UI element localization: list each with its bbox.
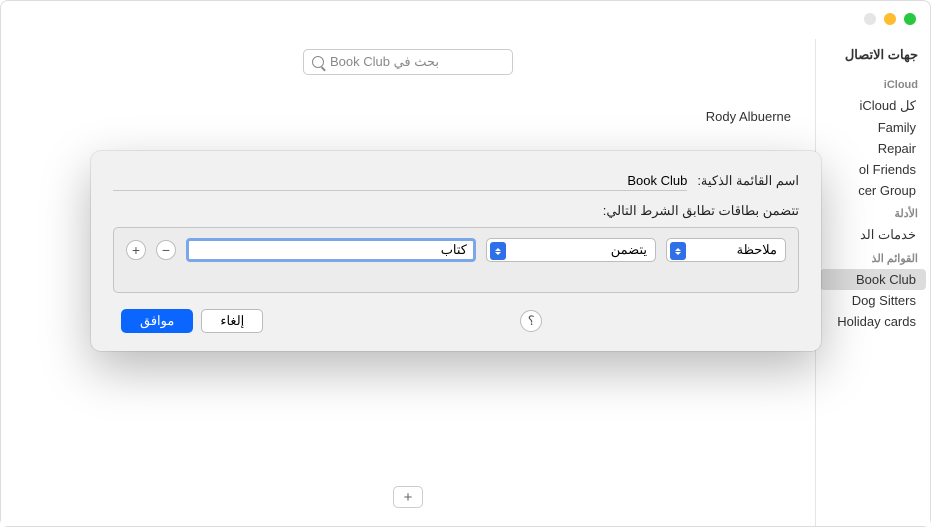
add-contact-button[interactable]: + bbox=[393, 486, 423, 508]
field-select-value: ملاحظة bbox=[737, 242, 777, 258]
sidebar-item-book-club[interactable]: Book Club bbox=[820, 269, 926, 290]
field-select[interactable]: ملاحظة bbox=[666, 238, 786, 262]
operator-select-value: يتضمن bbox=[611, 242, 647, 258]
name-label: اسم القائمة الذكية: bbox=[697, 173, 799, 189]
plus-icon: + bbox=[404, 489, 413, 506]
sidebar-item-all-icloud[interactable]: كل iCloud bbox=[816, 95, 930, 117]
sidebar-item-holiday-cards[interactable]: Holiday cards bbox=[816, 311, 930, 332]
remove-rule-button[interactable]: − bbox=[156, 240, 176, 260]
operator-select[interactable]: يتضمن bbox=[486, 238, 656, 262]
sidebar-heading-icloud: iCloud bbox=[816, 73, 930, 95]
minimize-window-button[interactable] bbox=[884, 13, 896, 25]
search-icon bbox=[312, 56, 324, 68]
search-placeholder: بحث في Book Club bbox=[330, 54, 439, 70]
sidebar-heading-directories: الأدلة bbox=[816, 201, 930, 224]
sidebar-item-repair[interactable]: Repair bbox=[816, 138, 930, 159]
search-input[interactable]: بحث في Book Club bbox=[303, 49, 513, 75]
cancel-button[interactable]: إلغاء bbox=[201, 309, 263, 333]
sidebar-item-family[interactable]: Family bbox=[816, 117, 930, 138]
sidebar-item-ol-friends[interactable]: ol Friends bbox=[816, 159, 930, 180]
close-window-button[interactable] bbox=[904, 13, 916, 25]
plus-icon: + bbox=[132, 243, 140, 257]
conditions-subtitle: تتضمن بطاقات تطابق الشرط التالي: bbox=[113, 203, 799, 219]
rules-container: ملاحظة يتضمن − + bbox=[113, 227, 799, 293]
window-controls bbox=[864, 13, 916, 25]
app-title: جهات الاتصال bbox=[816, 47, 930, 73]
sidebar: جهات الاتصال iCloud كل iCloud Family Rep… bbox=[815, 39, 930, 526]
ok-button[interactable]: موافق bbox=[121, 309, 193, 333]
smart-list-dialog: اسم القائمة الذكية: تتضمن بطاقات تطابق ا… bbox=[91, 151, 821, 351]
contact-name[interactable]: Rody Albuerne bbox=[706, 109, 791, 124]
rule-row: ملاحظة يتضمن − + bbox=[126, 238, 786, 262]
smart-list-name-input[interactable] bbox=[113, 171, 687, 191]
help-icon: ؟ bbox=[528, 313, 535, 329]
chevron-updown-icon bbox=[670, 242, 686, 260]
rule-value-input[interactable] bbox=[186, 238, 476, 262]
chevron-updown-icon bbox=[490, 242, 506, 260]
add-rule-button[interactable]: + bbox=[126, 240, 146, 260]
minus-icon: − bbox=[162, 243, 170, 257]
sidebar-item-dog-sitters[interactable]: Dog Sitters bbox=[816, 290, 930, 311]
sidebar-item-cer-group[interactable]: cer Group bbox=[816, 180, 930, 201]
help-button[interactable]: ؟ bbox=[520, 310, 542, 332]
sidebar-heading-smartlists: القوائم الذ bbox=[816, 246, 930, 269]
zoom-window-button[interactable] bbox=[864, 13, 876, 25]
sidebar-item-services[interactable]: خدمات الد bbox=[816, 224, 930, 246]
